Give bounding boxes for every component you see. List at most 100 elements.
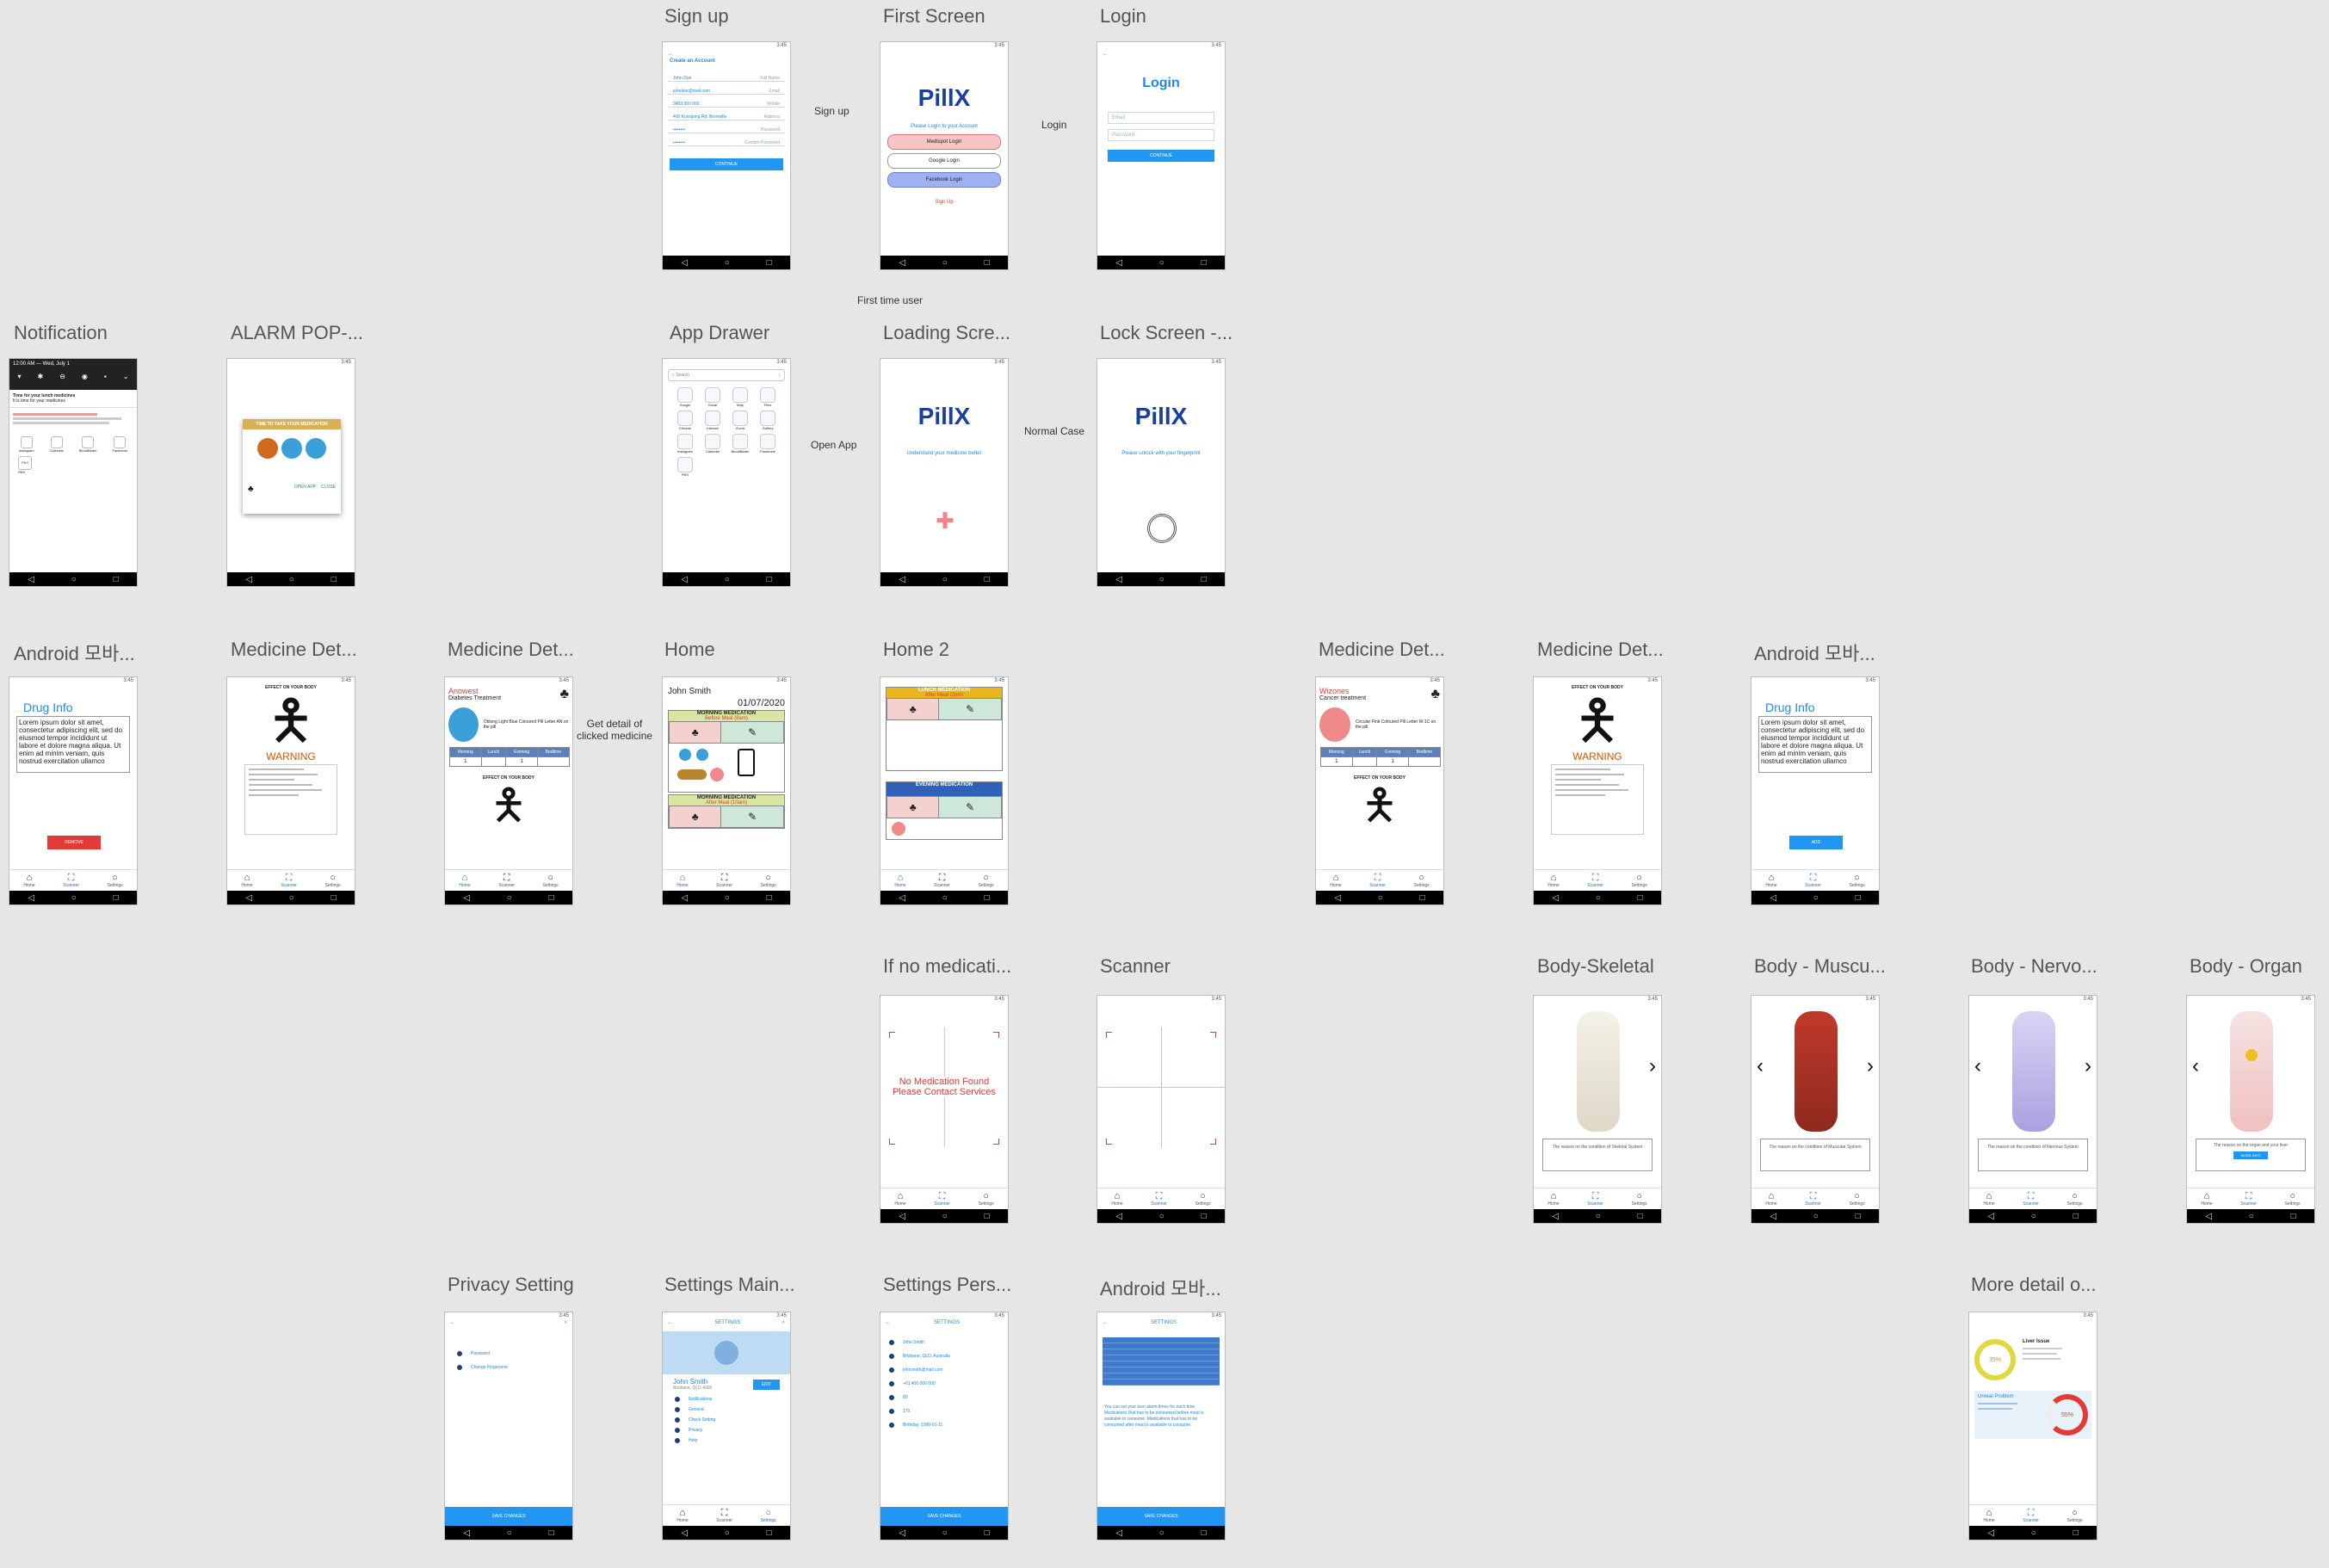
chevron-right-icon[interactable]: › (2085, 1054, 2091, 1078)
tab-scanner[interactable]: ⛶ Scanner (2023, 1191, 2039, 1207)
lock-icon[interactable]: ▪ (104, 373, 107, 380)
bluetooth-icon[interactable]: ✱ (38, 373, 44, 380)
chevron-left-icon[interactable]: ‹ (2192, 1054, 2199, 1078)
nav-home-icon[interactable]: ○ (1159, 1212, 1164, 1221)
signup-field[interactable]: •••••••• Confirm Password (668, 133, 785, 146)
settings-menu-item-4[interactable]: Help (663, 1435, 790, 1446)
chevron-left-icon[interactable]: ‹ (1757, 1054, 1764, 1078)
tab-scanner[interactable]: ⛶ Scanner (1587, 873, 1603, 888)
nav-home-icon[interactable]: ○ (1378, 893, 1383, 903)
nav-recent-icon[interactable]: □ (985, 575, 990, 584)
nav-back-icon[interactable]: ◁ (1115, 575, 1122, 584)
nav-back-icon[interactable]: ◁ (899, 258, 905, 268)
nav-recent-icon[interactable]: □ (767, 1528, 772, 1538)
drawer-app-9[interactable]: Calendar (699, 434, 726, 454)
nav-recent-icon[interactable]: □ (2073, 1212, 2079, 1221)
more-info-button[interactable]: MORE INFO (2233, 1151, 2268, 1159)
tab-settings[interactable]: ○ Settings (1850, 1191, 1865, 1207)
privacy-item-0[interactable]: Password (445, 1347, 572, 1361)
nav-recent-icon[interactable]: □ (1202, 1528, 1207, 1538)
tab-scanner[interactable]: ⛶ Scanner (1587, 1191, 1603, 1207)
login-continue-button[interactable]: CONTINUE (1108, 150, 1214, 162)
nav-home-icon[interactable]: ○ (725, 893, 730, 903)
open-app-button[interactable]: OPEN APP (294, 485, 316, 494)
nav-recent-icon[interactable]: □ (2073, 1528, 2079, 1538)
nav-back-icon[interactable]: ◁ (1115, 1212, 1122, 1221)
signup-field[interactable]: 0400 000 000 Mobile (668, 95, 785, 108)
back-arrow-icon[interactable]: ← (663, 50, 790, 59)
nav-home-icon[interactable]: ○ (71, 893, 77, 903)
nav-recent-icon[interactable]: □ (767, 575, 772, 584)
morning-card[interactable]: MORNING MEDICATION Before Meal (8am) ♣ ✎ (668, 710, 785, 793)
tab-settings[interactable]: ○ Settings (1850, 873, 1865, 888)
save-changes-button[interactable]: SAVE CHANGES (880, 1507, 1008, 1526)
google-login-button[interactable]: Google Login (887, 153, 1001, 169)
tab-settings[interactable]: ○ Settings (1632, 1191, 1647, 1207)
signup-field[interactable]: •••••••• Password (668, 120, 785, 133)
nav-back-icon[interactable]: ◁ (463, 893, 470, 903)
tab-scanner[interactable]: ⛶ Scanner (934, 873, 950, 888)
drawer-app-7[interactable]: Gallery (754, 411, 781, 430)
tab-scanner[interactable]: ⛶ Scanner (716, 1508, 732, 1523)
back-arrow-icon[interactable]: ← (668, 1320, 673, 1326)
nav-recent-icon[interactable]: □ (549, 893, 554, 903)
nav-recent-icon[interactable]: □ (2291, 1212, 2296, 1221)
notification-app-2[interactable]: BloodBeam (79, 436, 97, 453)
notification-app-3[interactable]: Facebook (112, 436, 127, 453)
personal-item-3[interactable]: +61 400 000 000 (880, 1377, 1008, 1391)
nav-back-icon[interactable]: ◁ (1987, 1212, 1994, 1221)
edit-button[interactable]: EDIT (752, 1379, 780, 1390)
tab-scanner[interactable]: ⛶ Scanner (1805, 1191, 1821, 1207)
nav-home-icon[interactable]: ○ (725, 258, 730, 268)
nav-recent-icon[interactable]: □ (1856, 1212, 1861, 1221)
search-icon[interactable]: ⌕ (782, 1320, 785, 1326)
tab-scanner[interactable]: ⛶ Scanner (2023, 1508, 2039, 1523)
tab-settings[interactable]: ○ Settings (543, 873, 559, 888)
drawer-app-12[interactable]: PillX (671, 457, 699, 477)
nav-home-icon[interactable]: ○ (71, 575, 77, 584)
nav-home-icon[interactable]: ○ (942, 575, 948, 584)
save-changes-button[interactable]: SAVE CHANGES (1097, 1507, 1225, 1526)
nav-back-icon[interactable]: ◁ (28, 575, 34, 584)
tab-home[interactable]: ⌂ Home (894, 873, 905, 888)
tab-scanner[interactable]: ⛶ Scanner (2240, 1191, 2257, 1207)
nav-recent-icon[interactable]: □ (331, 893, 337, 903)
personal-item-4[interactable]: 80 (880, 1391, 1008, 1404)
notification-card[interactable]: Time for your lunch medicines It is time… (9, 390, 137, 408)
tab-scanner[interactable]: ⛶ Scanner (498, 873, 515, 888)
nav-back-icon[interactable]: ◁ (1115, 1528, 1122, 1538)
wifi-icon[interactable]: ▾ (18, 373, 22, 380)
pill-icon[interactable] (679, 749, 691, 761)
nav-recent-icon[interactable]: □ (114, 575, 119, 584)
tab-home[interactable]: ⌂ Home (23, 873, 34, 888)
tab-home[interactable]: ⌂ Home (459, 873, 470, 888)
nav-recent-icon[interactable]: □ (1638, 1212, 1643, 1221)
tab-home[interactable]: ⌂ Home (676, 1508, 688, 1523)
nav-home-icon[interactable]: ○ (1159, 575, 1164, 584)
nav-home-icon[interactable]: ○ (289, 575, 294, 584)
nav-back-icon[interactable]: ◁ (899, 893, 905, 903)
nav-back-icon[interactable]: ◁ (1987, 1528, 1994, 1538)
chevron-right-icon[interactable]: › (1649, 1054, 1656, 1078)
nav-recent-icon[interactable]: □ (985, 1528, 990, 1538)
tab-home[interactable]: ⌂ Home (1548, 873, 1559, 888)
nav-back-icon[interactable]: ◁ (681, 575, 688, 584)
nav-home-icon[interactable]: ○ (725, 1528, 730, 1538)
tab-scanner[interactable]: ⛶ Scanner (934, 1191, 950, 1207)
save-changes-button[interactable]: SAVE CHANGES (445, 1507, 572, 1526)
notification-app-1[interactable]: Calendar (50, 436, 64, 453)
pill-pink-icon[interactable] (710, 768, 724, 781)
nav-home-icon[interactable]: ○ (942, 1528, 948, 1538)
tab-home[interactable]: ⌂ Home (1983, 1191, 1994, 1207)
nav-back-icon[interactable]: ◁ (1115, 258, 1122, 268)
nav-back-icon[interactable]: ◁ (245, 575, 252, 584)
medispot-login-button[interactable]: Medispot Login (887, 134, 1001, 150)
tab-settings[interactable]: ○ Settings (1632, 873, 1647, 888)
tab-home[interactable]: ⌂ Home (894, 1191, 905, 1207)
nav-back-icon[interactable]: ◁ (245, 893, 252, 903)
nav-home-icon[interactable]: ○ (1159, 1528, 1164, 1538)
tab-settings[interactable]: ○ Settings (761, 873, 776, 888)
back-arrow-icon[interactable]: ← (1103, 1320, 1108, 1325)
pillx-app-icon[interactable]: PillX PillX (18, 456, 32, 474)
tab-settings[interactable]: ○ Settings (2067, 1508, 2083, 1523)
